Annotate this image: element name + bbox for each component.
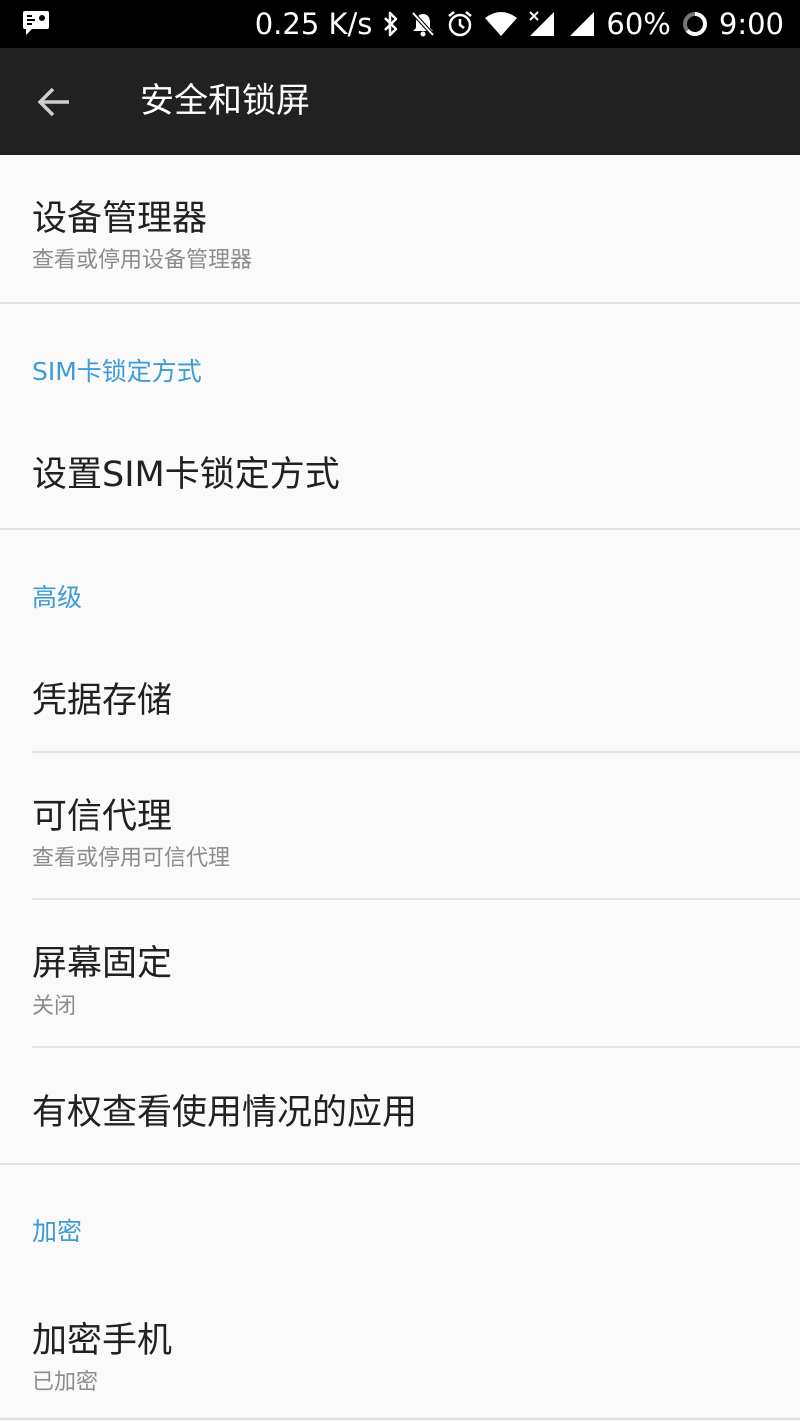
signal-icon xyxy=(528,10,558,38)
arrow-back-icon xyxy=(37,87,69,117)
bluetooth-icon xyxy=(382,10,400,38)
list-item-credential-storage[interactable]: 凭据存储 xyxy=(0,625,800,752)
divider xyxy=(0,1418,800,1420)
item-subtitle: 关闭 xyxy=(32,994,77,1019)
toolbar: 安全和锁屏 xyxy=(0,48,800,155)
notification-icon xyxy=(22,10,50,36)
status-bar: 0.25 K/s 60% 9:00 xyxy=(0,0,800,48)
section-header-sim-lock: SIM卡锁定方式 xyxy=(32,357,202,386)
back-button[interactable] xyxy=(28,78,80,126)
list-item-device-admin[interactable]: 设备管理器 查看或停用设备管理器 xyxy=(0,155,800,303)
item-title: 设置SIM卡锁定方式 xyxy=(32,455,340,495)
divider xyxy=(0,528,800,530)
item-title: 设备管理器 xyxy=(32,199,208,239)
item-title: 加密手机 xyxy=(32,1321,173,1361)
list-item-encrypt-phone[interactable]: 加密手机 已加密 xyxy=(0,1260,800,1415)
list-item-sim-lock[interactable]: 设置SIM卡锁定方式 xyxy=(0,400,800,528)
list-item-usage-access[interactable]: 有权查看使用情况的应用 xyxy=(0,1048,800,1164)
mute-icon xyxy=(410,10,436,38)
item-subtitle: 查看或停用可信代理 xyxy=(32,846,231,871)
item-subtitle: 已加密 xyxy=(32,1370,99,1395)
battery-percent: 60% xyxy=(606,7,671,41)
network-speed: 0.25 K/s xyxy=(254,7,373,41)
divider xyxy=(0,302,800,304)
settings-list: 设备管理器 查看或停用设备管理器 SIM卡锁定方式 设置SIM卡锁定方式 高级 … xyxy=(0,155,800,1422)
alarm-icon xyxy=(446,10,474,38)
signal-icon xyxy=(568,10,596,38)
clock: 9:00 xyxy=(718,7,784,41)
item-title: 凭据存储 xyxy=(32,681,173,721)
divider xyxy=(0,1163,800,1165)
item-title: 可信代理 xyxy=(32,797,173,837)
battery-icon xyxy=(681,10,709,38)
list-item-trust-agents[interactable]: 可信代理 查看或停用可信代理 xyxy=(0,753,800,899)
wifi-icon xyxy=(484,11,518,37)
item-title: 有权查看使用情况的应用 xyxy=(32,1093,418,1133)
section-header-encryption: 加密 xyxy=(32,1217,83,1246)
list-item-screen-pinning[interactable]: 屏幕固定 关闭 xyxy=(0,900,800,1047)
item-subtitle: 查看或停用设备管理器 xyxy=(32,248,253,273)
page-title: 安全和锁屏 xyxy=(140,81,310,121)
section-header-advanced: 高级 xyxy=(32,583,83,612)
item-title: 屏幕固定 xyxy=(32,944,173,984)
